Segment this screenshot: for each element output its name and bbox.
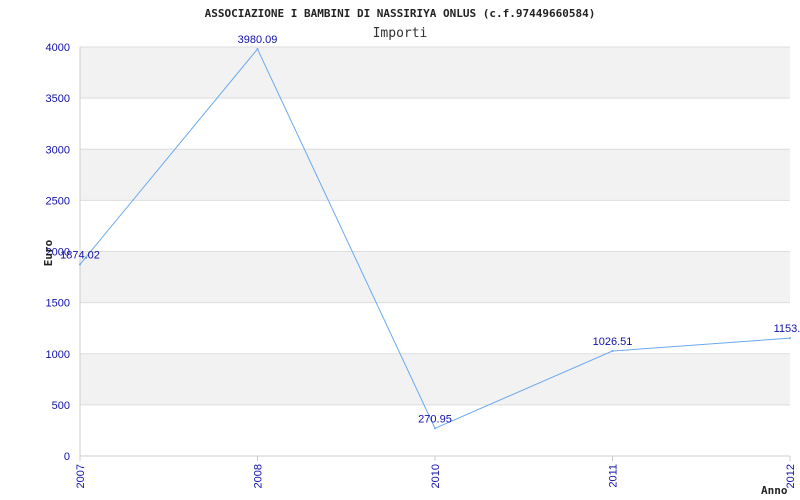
y-tick-label: 1000 (46, 349, 70, 361)
x-tick-label: 2008 (253, 464, 265, 488)
data-label: 3980.09 (238, 34, 278, 46)
plot-band (80, 251, 790, 303)
plot-band (80, 47, 790, 99)
y-tick-label: 3000 (46, 144, 70, 156)
plot-band (80, 149, 790, 201)
y-tick-label: 1500 (46, 298, 70, 310)
plot-bands (80, 47, 790, 405)
x-axis-title: Anno (761, 484, 788, 497)
y-tick-label: 2500 (46, 195, 70, 207)
chart: 05001000150020002500300035004000 2007 200… (42, 7, 800, 497)
x-tick-label: 2007 (75, 464, 87, 488)
data-label: 1874.02 (60, 249, 100, 261)
x-tick-label: 2011 (608, 464, 620, 488)
y-tick-label: 500 (52, 400, 70, 412)
y-tick-label: 3500 (46, 93, 70, 105)
chart-title: ASSOCIAZIONE I BAMBINI DI NASSIRIYA ONLU… (205, 7, 596, 20)
y-tick-label: 4000 (46, 42, 70, 54)
data-point (611, 350, 614, 353)
data-point (434, 427, 436, 430)
x-tick-labels: 2007 2008 2010 2011 2012 (75, 464, 797, 488)
data-label: 1026.51 (593, 336, 633, 348)
data-label: 1153.0 (774, 323, 800, 335)
data-point (79, 263, 81, 266)
data-point (256, 48, 259, 51)
y-axis-title: Euro (42, 239, 55, 266)
x-tick-label: 2010 (430, 464, 442, 488)
plot-band (80, 353, 790, 405)
data-label: 270.95 (418, 413, 452, 425)
chart-subtitle: Importi (373, 26, 428, 41)
y-tick-label: 0 (64, 451, 70, 463)
data-point (789, 337, 791, 340)
